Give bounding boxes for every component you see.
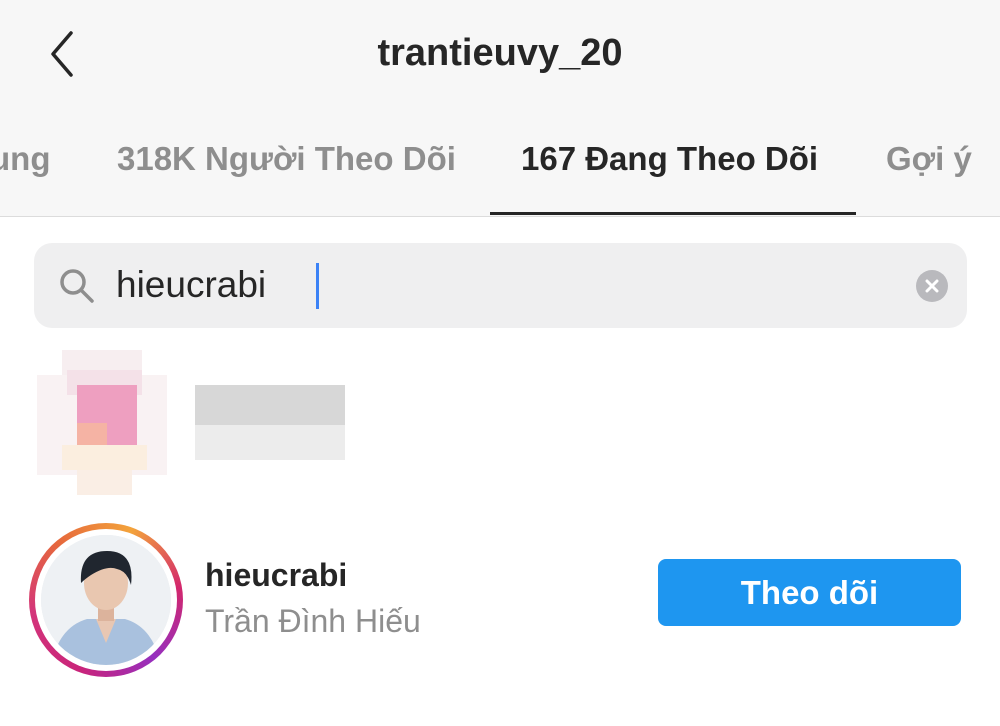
tab-following-mutual[interactable]: ung: [0, 140, 50, 178]
blurred-account-row[interactable]: [0, 345, 1000, 505]
avatar[interactable]: [41, 535, 171, 665]
follow-button[interactable]: Theo dõi: [658, 559, 961, 626]
blurred-avatar: [22, 345, 182, 500]
result-full-name: Trần Đình Hiếu: [205, 603, 421, 639]
tab-following[interactable]: 167 Đang Theo Dõi: [521, 140, 818, 178]
text-caret: [316, 263, 319, 309]
blurred-username: [195, 385, 345, 425]
blurred-fullname: [195, 425, 345, 460]
top-bar: trantieuvy_20 ung 318K Người Theo Dõi 16…: [0, 0, 1000, 217]
clear-icon: [925, 279, 939, 293]
story-ring: [29, 523, 183, 677]
active-tab-indicator: [490, 212, 856, 215]
search-result-row[interactable]: hieucrabi Trần Đình Hiếu Theo dõi: [0, 515, 1000, 677]
clear-search-button[interactable]: [916, 270, 948, 302]
page-title: trantieuvy_20: [377, 32, 623, 74]
search-input[interactable]: [116, 257, 876, 313]
avatar-image: [41, 535, 171, 665]
search-bar[interactable]: [34, 243, 967, 328]
search-icon: [60, 269, 94, 303]
tab-suggestions[interactable]: Gợi ý: [886, 140, 972, 178]
tab-followers[interactable]: 318K Người Theo Dõi: [117, 140, 456, 178]
result-username: hieucrabi: [205, 557, 348, 593]
